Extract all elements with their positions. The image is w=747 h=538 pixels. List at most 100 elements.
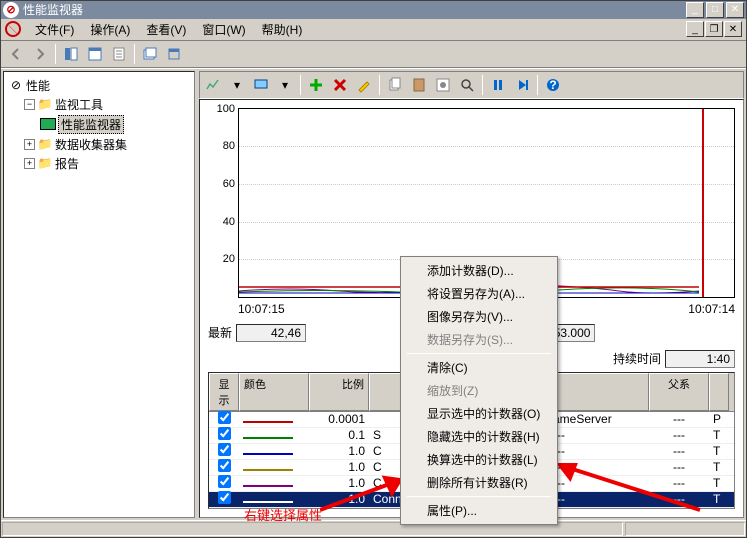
- instance-cell: ---: [549, 444, 649, 458]
- show-hide-icon[interactable]: [60, 43, 82, 65]
- forward-button[interactable]: [29, 43, 51, 65]
- menu-bar: ＼ 文件(F) 操作(A) 查看(V) 窗口(W) 帮助(H) _ ❐ ✕: [1, 19, 746, 41]
- view-dropdown-icon[interactable]: ▾: [226, 74, 248, 96]
- parent-cell: ---: [649, 444, 709, 458]
- expand-icon[interactable]: +: [24, 139, 35, 150]
- mdi-controls: _ ❐ ✕: [686, 21, 742, 37]
- toolbar-separator: [379, 75, 380, 95]
- show-checkbox[interactable]: [218, 411, 231, 424]
- parent-cell: ---: [649, 428, 709, 442]
- y-tick: 80: [223, 140, 235, 152]
- show-checkbox[interactable]: [218, 427, 231, 440]
- color-swatch: [243, 469, 293, 471]
- tree-root[interactable]: ⊘ 性能: [8, 76, 190, 95]
- col-scale[interactable]: 比例: [309, 373, 369, 411]
- y-tick: 20: [223, 253, 235, 265]
- scale-cell: 1.0: [309, 444, 369, 458]
- mdi-restore-button[interactable]: ❐: [705, 21, 723, 37]
- main-toolbar: [1, 41, 746, 68]
- ctx-hide-selected[interactable]: 隐藏选中的计数器(H): [403, 425, 555, 448]
- view-graph-icon[interactable]: [202, 74, 224, 96]
- tree-perf-monitor[interactable]: 性能监视器: [8, 114, 190, 135]
- ctx-properties[interactable]: 属性(P)...: [403, 499, 555, 522]
- mdi-close-button[interactable]: ✕: [724, 21, 742, 37]
- folder-icon: 📁: [37, 137, 53, 151]
- maximize-button[interactable]: □: [706, 2, 724, 18]
- latest-label: 最新: [208, 324, 232, 341]
- col-instance[interactable]: [549, 373, 649, 411]
- parent-cell: ---: [649, 412, 709, 426]
- app-icon: ⊘: [3, 2, 19, 18]
- color-swatch: [243, 453, 293, 455]
- mdi-minimize-button[interactable]: _: [686, 21, 704, 37]
- x-cell: T: [709, 428, 729, 442]
- menu-window[interactable]: 窗口(W): [194, 19, 253, 40]
- minimize-button[interactable]: _: [686, 2, 704, 18]
- add-icon[interactable]: [305, 74, 327, 96]
- highlight-icon[interactable]: [353, 74, 375, 96]
- perf-icon: ⊘: [8, 78, 24, 92]
- freeze-icon[interactable]: [487, 74, 509, 96]
- menu-view[interactable]: 查看(V): [138, 19, 194, 40]
- toolbar-separator: [482, 75, 483, 95]
- show-checkbox[interactable]: [218, 443, 231, 456]
- col-show[interactable]: 显示: [209, 373, 239, 411]
- x-cell: T: [709, 476, 729, 490]
- instance-cell: ---: [549, 476, 649, 490]
- show-checkbox[interactable]: [218, 475, 231, 488]
- display-icon[interactable]: [250, 74, 272, 96]
- menu-icon: ＼: [5, 21, 21, 37]
- close-button[interactable]: ✕: [726, 2, 744, 18]
- tree-monitor-tools[interactable]: − 📁 监视工具: [8, 95, 190, 114]
- y-tick: 100: [217, 103, 235, 115]
- refresh-icon[interactable]: [163, 43, 185, 65]
- col-parent[interactable]: 父系: [649, 373, 709, 411]
- show-checkbox[interactable]: [218, 459, 231, 472]
- col-color[interactable]: 颜色: [239, 373, 309, 411]
- nav-tree[interactable]: ⊘ 性能 − 📁 监视工具 性能监视器 + 📁 数据收集器集 + 📁 报告: [3, 71, 195, 518]
- window-title: 性能监视器: [23, 1, 686, 18]
- expand-icon[interactable]: +: [24, 158, 35, 169]
- y-tick: 40: [223, 216, 235, 228]
- scale-cell: 0.1: [309, 428, 369, 442]
- paste-icon[interactable]: [408, 74, 430, 96]
- ctx-save-image[interactable]: 图像另存为(V)...: [403, 305, 555, 328]
- x-cell: T: [709, 492, 729, 506]
- new-window-icon[interactable]: [139, 43, 161, 65]
- help-icon[interactable]: ?: [542, 74, 564, 96]
- col-x[interactable]: [709, 373, 729, 411]
- ctx-remove-all[interactable]: 删除所有计数器(R): [403, 471, 555, 494]
- ctx-scale-selected[interactable]: 换算选中的计数器(L): [403, 448, 555, 471]
- menu-file[interactable]: 文件(F): [27, 19, 82, 40]
- menu-separator: [407, 496, 551, 497]
- collapse-icon[interactable]: −: [24, 99, 35, 110]
- tree-data-collector[interactable]: + 📁 数据收集器集: [8, 135, 190, 154]
- zoom-icon[interactable]: [456, 74, 478, 96]
- properties-button[interactable]: [432, 74, 454, 96]
- x-end: 10:07:14: [688, 302, 735, 316]
- duration-label: 持续时间: [613, 350, 661, 367]
- ctx-add-counter[interactable]: 添加计数器(D)...: [403, 259, 555, 282]
- display-dropdown-icon[interactable]: ▾: [274, 74, 296, 96]
- x-start: 10:07:15: [238, 302, 285, 316]
- show-checkbox[interactable]: [218, 491, 231, 504]
- instance-cell: ---: [549, 428, 649, 442]
- menu-help[interactable]: 帮助(H): [254, 19, 311, 40]
- menu-action[interactable]: 操作(A): [82, 19, 138, 40]
- delete-icon[interactable]: [329, 74, 351, 96]
- ctx-zoom: 缩放到(Z): [403, 379, 555, 402]
- copy-icon[interactable]: [384, 74, 406, 96]
- tree-report[interactable]: + 📁 报告: [8, 154, 190, 173]
- status-cell: [625, 522, 745, 536]
- ctx-save-settings[interactable]: 将设置另存为(A)...: [403, 282, 555, 305]
- ctx-show-selected[interactable]: 显示选中的计数器(O): [403, 402, 555, 425]
- ctx-clear[interactable]: 清除(C): [403, 356, 555, 379]
- back-button[interactable]: [5, 43, 27, 65]
- properties-icon[interactable]: [84, 43, 106, 65]
- x-cell: T: [709, 444, 729, 458]
- update-icon[interactable]: [511, 74, 533, 96]
- svg-text:?: ?: [549, 78, 556, 92]
- folder-icon: 📁: [37, 97, 53, 111]
- export-icon[interactable]: [108, 43, 130, 65]
- status-bar: [1, 520, 746, 537]
